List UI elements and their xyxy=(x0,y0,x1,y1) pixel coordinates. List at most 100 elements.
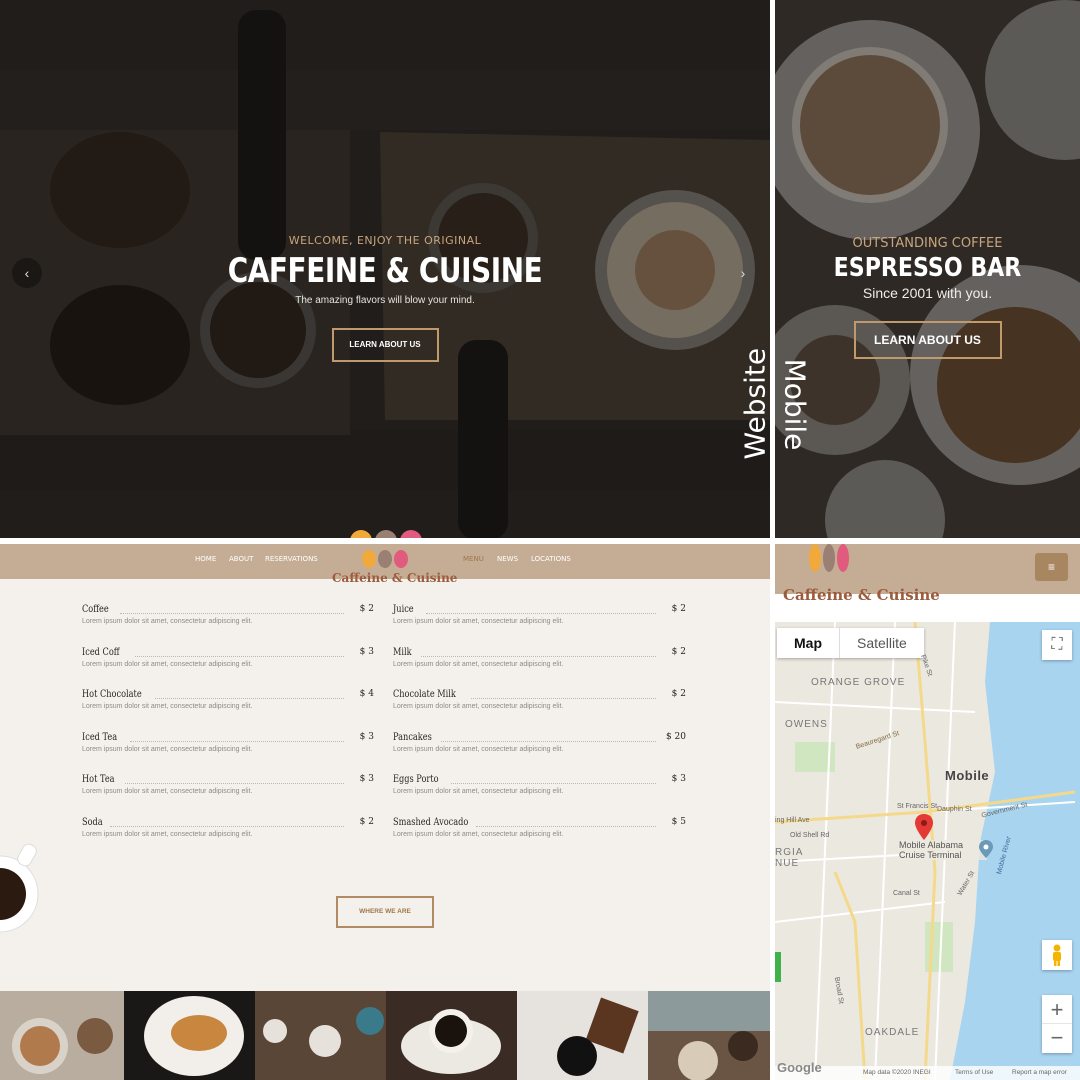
menu-item: Pancakes $ 20 Lorem ipsum dolor sit amet, … xyxy=(393,732,690,758)
menu-item-price: $ 3 xyxy=(359,646,374,657)
nav-item-menu[interactable]: MENU xyxy=(463,555,484,563)
mobile-logo-text[interactable]: Caffeine & Cuisine xyxy=(783,586,940,604)
map-label-orange-grove: ORANGE GROVE xyxy=(811,677,906,688)
gallery-photo-table[interactable] xyxy=(255,991,386,1080)
logo-circle xyxy=(375,530,397,538)
menu-item-name: Iced Coff xyxy=(82,646,120,658)
google-map[interactable]: Map Satellite ⛶ ORANGE GROVE OWENS Mobil… xyxy=(775,622,1080,1080)
menu-item-name: Coffee xyxy=(82,604,109,615)
site-logo-text[interactable]: Caffeine & Cuisine xyxy=(332,571,457,585)
menu-item-price: $ 20 xyxy=(665,731,686,742)
nav-item-about[interactable]: ABOUT xyxy=(229,555,253,563)
menu-item: Iced Tea $ 3 Lorem ipsum dolor sit amet, c… xyxy=(82,732,378,758)
menu-item-leader-line xyxy=(421,655,656,657)
nav-item-news[interactable]: NEWS xyxy=(497,555,518,563)
gallery-photo-croissant[interactable] xyxy=(124,991,255,1080)
place-marker-icon[interactable] xyxy=(979,840,993,858)
map-label-oakdale: OAKDALE xyxy=(865,1027,920,1038)
menu-item-description: Lorem ipsum dolor sit amet, consectetur … xyxy=(393,788,564,795)
photo-gallery-strip xyxy=(0,991,770,1080)
menu-item: Hot Chocolate $ 4 Lorem ipsum dolor sit am… xyxy=(82,689,378,715)
zoom-in-button[interactable]: + xyxy=(1042,995,1072,1024)
menu-item-leader-line xyxy=(476,825,656,827)
menu-item: Juice $ 2 Lorem ipsum dolor sit amet, cons… xyxy=(393,604,690,630)
menu-item-price: $ 5 xyxy=(671,816,686,827)
location-pin-icon[interactable] xyxy=(915,814,933,840)
menu-item-name: Juice xyxy=(393,604,414,615)
nav-item-locations[interactable]: LOCATIONS xyxy=(531,555,571,563)
menu-item-description: Lorem ipsum dolor sit amet, consectetur … xyxy=(393,830,564,838)
menu-item-name: Milk xyxy=(393,646,412,658)
map-street-spring-hill: ing Hill Ave xyxy=(775,817,810,824)
menu-item-leader-line xyxy=(130,740,344,742)
menu-item-description: Lorem ipsum dolor sit amet, consectetur … xyxy=(393,660,564,668)
menu-item-description: Lorem ipsum dolor sit amet, consectetur … xyxy=(82,788,253,795)
menu-item-description: Lorem ipsum dolor sit amet, consectetur … xyxy=(82,618,253,625)
map-tab-map[interactable]: Map xyxy=(777,628,839,658)
map-footer-bar: Google Map data ©2020 INEGI Terms of Use… xyxy=(775,1060,1080,1080)
learn-about-us-button[interactable]: LEARN ABOUT US xyxy=(331,328,439,362)
fullscreen-button[interactable]: ⛶ xyxy=(1042,630,1072,660)
menu-item-description: Lorem ipsum dolor sit amet, consectetur … xyxy=(393,745,564,753)
zoom-out-button[interactable]: − xyxy=(1042,1024,1072,1053)
menu-item-description: Lorem ipsum dolor sit amet, consectetur … xyxy=(82,745,253,753)
menu-item-leader-line xyxy=(471,698,656,699)
hero-title: CAFFEINE & CUISINE xyxy=(227,251,543,291)
map-label-cruise-terminal: Mobile Alabama Cruise Terminal xyxy=(899,840,987,860)
map-type-tabs: Map Satellite xyxy=(777,628,924,658)
logo-circle xyxy=(823,544,835,572)
menu-item-price: $ 4 xyxy=(359,689,374,699)
menu-item: Chocolate Milk $ 2 Lorem ipsum dolor sit a… xyxy=(393,689,690,715)
menu-item-name: Chocolate Milk xyxy=(393,689,456,700)
hero-subtitle: WELCOME, ENJOY THE ORIGINAL xyxy=(288,234,482,247)
coffee-cup-decoration xyxy=(0,843,39,933)
hero-tagline: The amazing flavors will blow your mind. xyxy=(295,295,475,306)
website-menu-section: HOME ABOUT RESERVATIONS MENU NEWS LOCATI… xyxy=(0,544,770,1080)
menu-item-price: $ 2 xyxy=(671,646,686,657)
menu-item-leader-line xyxy=(125,783,344,784)
nav-item-home[interactable]: HOME xyxy=(195,555,216,563)
hero-text-block: WELCOME, ENJOY THE ORIGINAL CAFFEINE & C… xyxy=(0,234,770,362)
map-report-error-link[interactable]: Report a map error xyxy=(1012,1069,1067,1076)
menu-item-name: Iced Tea xyxy=(82,731,118,743)
menu-item-name: Hot Chocolate xyxy=(82,689,142,700)
gallery-photo-cafe[interactable] xyxy=(648,991,770,1080)
website-hero-section: ‹ › WELCOME, ENJOY THE ORIGINAL CAFFEINE… xyxy=(0,0,770,538)
menu-icon: ≡ xyxy=(1047,560,1055,574)
menu-item-name: Soda xyxy=(82,816,103,828)
menu-item: Eggs Porto $ 3 Lorem ipsum dolor sit amet,… xyxy=(393,774,690,800)
mobile-hero-section: OUTSTANDING COFFEE ESPRESSO BAR Since 20… xyxy=(775,0,1080,538)
site-logo-mark[interactable] xyxy=(362,550,408,568)
google-logo: Google xyxy=(777,1060,822,1075)
map-tab-satellite[interactable]: Satellite xyxy=(839,628,924,658)
mobile-hero-text-block: OUTSTANDING COFFEE ESPRESSO BAR Since 20… xyxy=(775,236,1080,359)
mobile-logo-mark[interactable] xyxy=(809,544,849,572)
menu-item: Iced Coff $ 3 Lorem ipsum dolor sit amet, … xyxy=(82,647,378,673)
menu-item: Milk $ 2 Lorem ipsum dolor sit amet, conse… xyxy=(393,647,690,673)
gallery-photo-latte[interactable] xyxy=(0,991,124,1080)
logo-circle xyxy=(400,530,422,538)
zoom-controls: + − xyxy=(1042,995,1072,1053)
mobile-label: Mobile xyxy=(778,358,812,451)
mobile-hero-tagline: Since 2001 with you. xyxy=(862,285,993,301)
mobile-location-section: Caffeine & Cuisine ≡ Map Satellite ⛶ ORA… xyxy=(775,544,1080,1080)
menu-item: Smashed Avocado $ 5 Lorem ipsum dolor sit … xyxy=(393,817,690,843)
menu-item-leader-line xyxy=(441,740,656,742)
logo-circle xyxy=(837,544,849,572)
gallery-photo-cup[interactable] xyxy=(386,991,517,1080)
mobile-learn-about-us-button[interactable]: LEARN ABOUT US xyxy=(853,321,1002,359)
mobile-header: Caffeine & Cuisine ≡ xyxy=(775,544,1080,604)
logo-circle xyxy=(350,530,372,538)
map-terms-link[interactable]: Terms of Use xyxy=(955,1069,993,1076)
nav-item-reservations[interactable]: RESERVATIONS xyxy=(265,555,318,563)
map-street-canal: Canal St xyxy=(893,890,920,897)
menu-item-description: Lorem ipsum dolor sit amet, consectetur … xyxy=(393,618,564,625)
gallery-photo-chocolate[interactable] xyxy=(517,991,648,1080)
mobile-hero-title: ESPRESSO BAR xyxy=(833,253,1022,283)
logo-circle xyxy=(362,550,376,568)
where-we-are-button[interactable]: WHERE WE ARE xyxy=(336,896,434,928)
street-view-pegman-button[interactable] xyxy=(1042,940,1072,970)
hamburger-menu-button[interactable]: ≡ xyxy=(1035,553,1068,581)
menu-item-description: Lorem ipsum dolor sit amet, consectetur … xyxy=(82,830,253,838)
menu-item-price: $ 3 xyxy=(671,774,686,784)
